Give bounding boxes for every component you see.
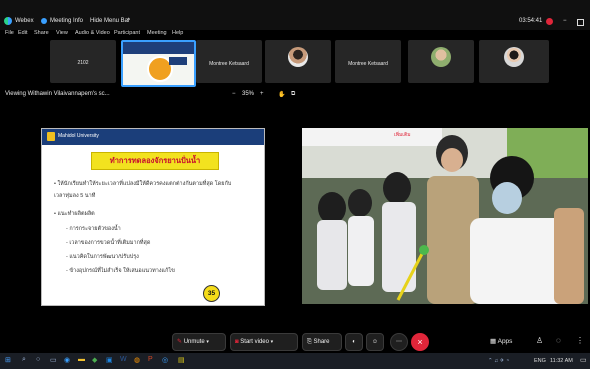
avatar [288, 47, 308, 67]
slide-bullet-cont: เวลาทุ่มลง 5 นาที [54, 193, 96, 199]
chevron-down-icon[interactable]: ▾ [271, 339, 274, 345]
webex-logo-icon [4, 17, 12, 25]
hide-menu-bar-tab[interactable]: Hide Menu Bar [90, 18, 130, 24]
slide-header: Mahidol University [42, 129, 264, 145]
zoom-in-button[interactable]: + [260, 91, 264, 97]
participant-name: Montree Ketsaard [209, 61, 249, 67]
maximize-icon[interactable] [577, 19, 584, 26]
slide-sub-item: - เวลาของการขวดน้ำที่เติมมากที่สุด [66, 240, 151, 246]
taskbar-app-icon[interactable]: ▣ [106, 356, 113, 364]
participant-tile[interactable] [265, 40, 331, 83]
meeting-timer: 03:54:41 [519, 18, 543, 24]
recorder-button[interactable]: ◐ [345, 333, 363, 351]
slide-bullet: • ให้นักเรียนทำให้ระยะเวลาที่แปลงมีให้ดี… [54, 181, 232, 187]
participant-tile-active[interactable] [121, 40, 196, 87]
participant-tile[interactable] [408, 40, 474, 83]
chat-icon[interactable]: ◌ [556, 336, 561, 345]
zoom-out-button[interactable]: − [232, 91, 236, 97]
taskbar-app-icon[interactable]: ◉ [64, 356, 70, 364]
pop-out-icon[interactable]: ⧉ [291, 91, 295, 98]
close-icon: × [417, 337, 423, 347]
chevron-down-icon[interactable]: ▾ [206, 339, 209, 345]
slide-bullet: • แนะทำผลิตผลิต [54, 211, 95, 217]
app-name: Webex [15, 18, 34, 24]
windows-start-icon[interactable]: ⊞ [5, 356, 11, 364]
system-tray-icons[interactable]: ⌃ ♫ ✈ ◔ [488, 358, 509, 364]
apps-button[interactable]: ▦ Apps [490, 337, 512, 345]
classroom-video-image [302, 128, 588, 304]
participants-icon[interactable]: ♙ [536, 336, 543, 345]
participant-tile[interactable]: Montree Ketsaard [335, 40, 401, 83]
minimize-icon[interactable]: − [563, 18, 567, 24]
more-options-button[interactable]: ⋯ [390, 333, 408, 351]
share-button[interactable]: ⎘ Share [302, 333, 342, 351]
taskbar-app-icon[interactable]: ▤ [178, 356, 185, 364]
taskbar-app-icon[interactable]: ◍ [134, 356, 140, 364]
menu-audio-video[interactable]: Audio & Video [75, 30, 110, 36]
more-icon: ⋯ [396, 339, 402, 345]
participant-tile[interactable] [479, 40, 549, 83]
participant-tile[interactable]: Montree Ketsaard [196, 40, 262, 83]
smiley-icon: ☺ [371, 339, 379, 345]
university-logo-icon [47, 132, 55, 141]
hand-tool-icon[interactable]: ✋ [278, 91, 285, 98]
notification-icon[interactable]: ▭ [580, 356, 587, 364]
share-screen-icon: ⎘ [307, 339, 312, 345]
taskbar-app-icon[interactable]: ▭ [50, 356, 57, 364]
unmute-label: Unmute [183, 339, 205, 345]
record-icon: ◐ [352, 339, 356, 345]
apps-grid-icon: ▦ [490, 338, 497, 345]
taskbar-app-icon[interactable]: P [148, 356, 153, 363]
participant-name: Montree Ketsaard [348, 61, 388, 67]
search-icon[interactable]: ⌕ [22, 356, 26, 364]
slide-thumbnail-header [123, 42, 194, 54]
folder-icon[interactable]: ▬ [78, 356, 85, 363]
menu-view[interactable]: View [56, 30, 68, 36]
more-vertical-icon[interactable]: ⋮ [576, 336, 584, 345]
recording-icon [546, 18, 553, 25]
task-view-icon[interactable]: ○ [36, 356, 40, 363]
chevron-up-icon[interactable]: ^ [127, 18, 130, 24]
avatar [504, 47, 524, 67]
shared-slide: Mahidol University ทำการทดลองจักรยานปั่น… [41, 128, 265, 306]
slide-page-number: 35 [203, 285, 220, 302]
menu-participant[interactable]: Participant [114, 30, 140, 36]
slide-sub-item: - การกระจายตัวของน้ำ [66, 226, 121, 232]
zoom-level: 35% [242, 91, 255, 97]
menu-file[interactable]: File [5, 30, 14, 36]
taskbar-app-icon[interactable]: ◆ [92, 356, 97, 364]
menu-help[interactable]: Help [172, 30, 183, 36]
menu-edit[interactable]: Edit [18, 30, 27, 36]
microphone-muted-icon: ✎ [177, 339, 183, 345]
unmute-button[interactable]: ✎ Unmute ▾ [172, 333, 226, 351]
slide-title: ทำการทดลองจักรยานปั่นน้ำ [91, 152, 219, 170]
meeting-info-tab[interactable]: Meeting Info [50, 18, 83, 24]
apps-label: Apps [497, 338, 513, 345]
video-watermark: เพิ่มเติม [394, 132, 411, 138]
start-video-label: Start video [240, 339, 269, 345]
participant-tile[interactable]: 2102 [50, 40, 116, 83]
menu-meeting[interactable]: Meeting [147, 30, 167, 36]
start-video-button[interactable]: ◙ Start video ▾ [230, 333, 298, 351]
language-indicator[interactable]: ENG [534, 358, 546, 364]
institution-name: Mahidol University [58, 133, 99, 139]
slide-thumbnail-banner [169, 57, 187, 65]
video-off-icon: ◙ [235, 339, 239, 345]
viewing-share-label: Viewing Withawin Vilaivannapem's sc... [5, 91, 110, 97]
taskbar-app-icon[interactable]: W [120, 356, 127, 363]
participant-name: 2102 [77, 60, 89, 66]
avatar [431, 47, 451, 67]
share-label: Share [313, 339, 330, 345]
window-title-bar: Webex Meeting Info Hide Menu Bar ^ 03:54… [0, 0, 590, 30]
slide-sub-item: - แนวคิดในการพัฒนา/ปรับปรุง [66, 254, 139, 260]
slide-sub-item: - ข้างอุปกรณ์ที่ไม่สำเร็จ ให้เสนอแนวทางแ… [66, 268, 175, 274]
leave-meeting-button[interactable]: × [411, 333, 429, 351]
video-feed: เพิ่มเติม [302, 128, 588, 304]
taskbar-clock[interactable]: 11:32 AM [550, 358, 573, 364]
meeting-info-icon [41, 18, 47, 24]
reactions-button[interactable]: ☺ [366, 333, 384, 351]
webex-taskbar-icon[interactable]: ◎ [162, 356, 168, 364]
menu-share[interactable]: Share [34, 30, 49, 36]
